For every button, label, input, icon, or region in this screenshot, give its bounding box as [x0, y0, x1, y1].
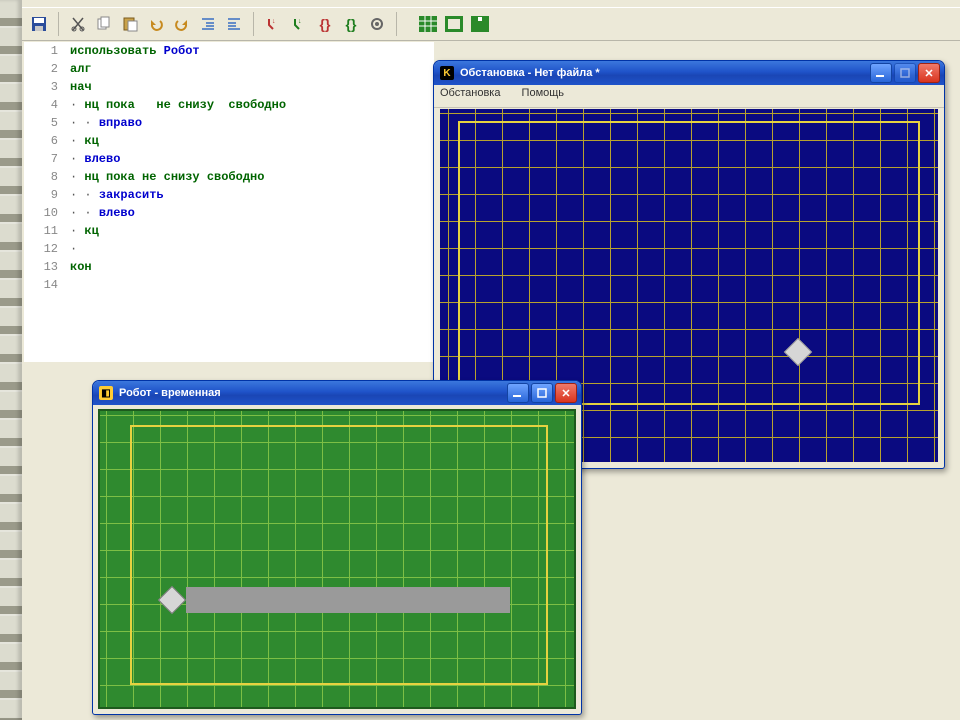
menu-item[interactable]: Помощь [522, 87, 565, 99]
outdent-icon[interactable] [222, 12, 246, 36]
indent-icon[interactable] [196, 12, 220, 36]
titlebar[interactable]: ◧ Робот - временная ✕ [93, 381, 581, 405]
notebook-spiral [0, 0, 22, 720]
maximize-button[interactable] [894, 63, 916, 83]
svg-text:↓: ↓ [298, 18, 302, 25]
separator [253, 12, 254, 36]
minimize-button[interactable] [507, 383, 529, 403]
window-title: Робот - временная [119, 387, 221, 399]
line-gutter: 1234567891011121314 [24, 42, 64, 362]
undo-icon[interactable] [144, 12, 168, 36]
app-icon: K [440, 66, 454, 80]
app-icon: ◧ [99, 386, 113, 400]
redo-icon[interactable] [170, 12, 194, 36]
robot-canvas[interactable] [98, 409, 576, 709]
window-title: Обстановка - Нет файла * [460, 67, 600, 79]
robot-field-icon[interactable] [468, 12, 492, 36]
code-content[interactable]: использовать Роботалгнач· нц пока не сни… [70, 42, 434, 362]
field-frame [458, 121, 920, 405]
svg-text:↓: ↓ [272, 18, 276, 25]
save-icon[interactable] [27, 12, 51, 36]
brace-open-icon[interactable]: {} [313, 12, 337, 36]
separator [58, 12, 59, 36]
grid-dense-icon[interactable] [416, 12, 440, 36]
step-over-icon[interactable]: ↓ [287, 12, 311, 36]
field-frame [130, 425, 548, 685]
outline-icon[interactable] [442, 12, 466, 36]
robot-window[interactable]: ◧ Робот - временная ✕ [92, 380, 582, 715]
minimize-button[interactable] [870, 63, 892, 83]
cut-icon[interactable] [66, 12, 90, 36]
menu-item[interactable]: Обстановка [440, 87, 500, 99]
brace-close-icon[interactable]: {} [339, 12, 363, 36]
code-editor[interactable]: 1234567891011121314 использовать Роботал… [24, 42, 434, 362]
titlebar[interactable]: K Обстановка - Нет файла * ✕ [434, 61, 944, 85]
maximize-button[interactable] [531, 383, 553, 403]
step-into-icon[interactable]: ↓ [261, 12, 285, 36]
gear-icon[interactable] [365, 12, 389, 36]
close-button[interactable]: ✕ [918, 63, 940, 83]
menu-bar[interactable]: Обстановка Помощь [434, 85, 944, 108]
painted-cells [186, 587, 510, 613]
paste-icon[interactable] [118, 12, 142, 36]
main-toolbar: ↓ ↓ {} {} [22, 7, 960, 41]
copy-icon[interactable] [92, 12, 116, 36]
separator [396, 12, 397, 36]
close-button[interactable]: ✕ [555, 383, 577, 403]
